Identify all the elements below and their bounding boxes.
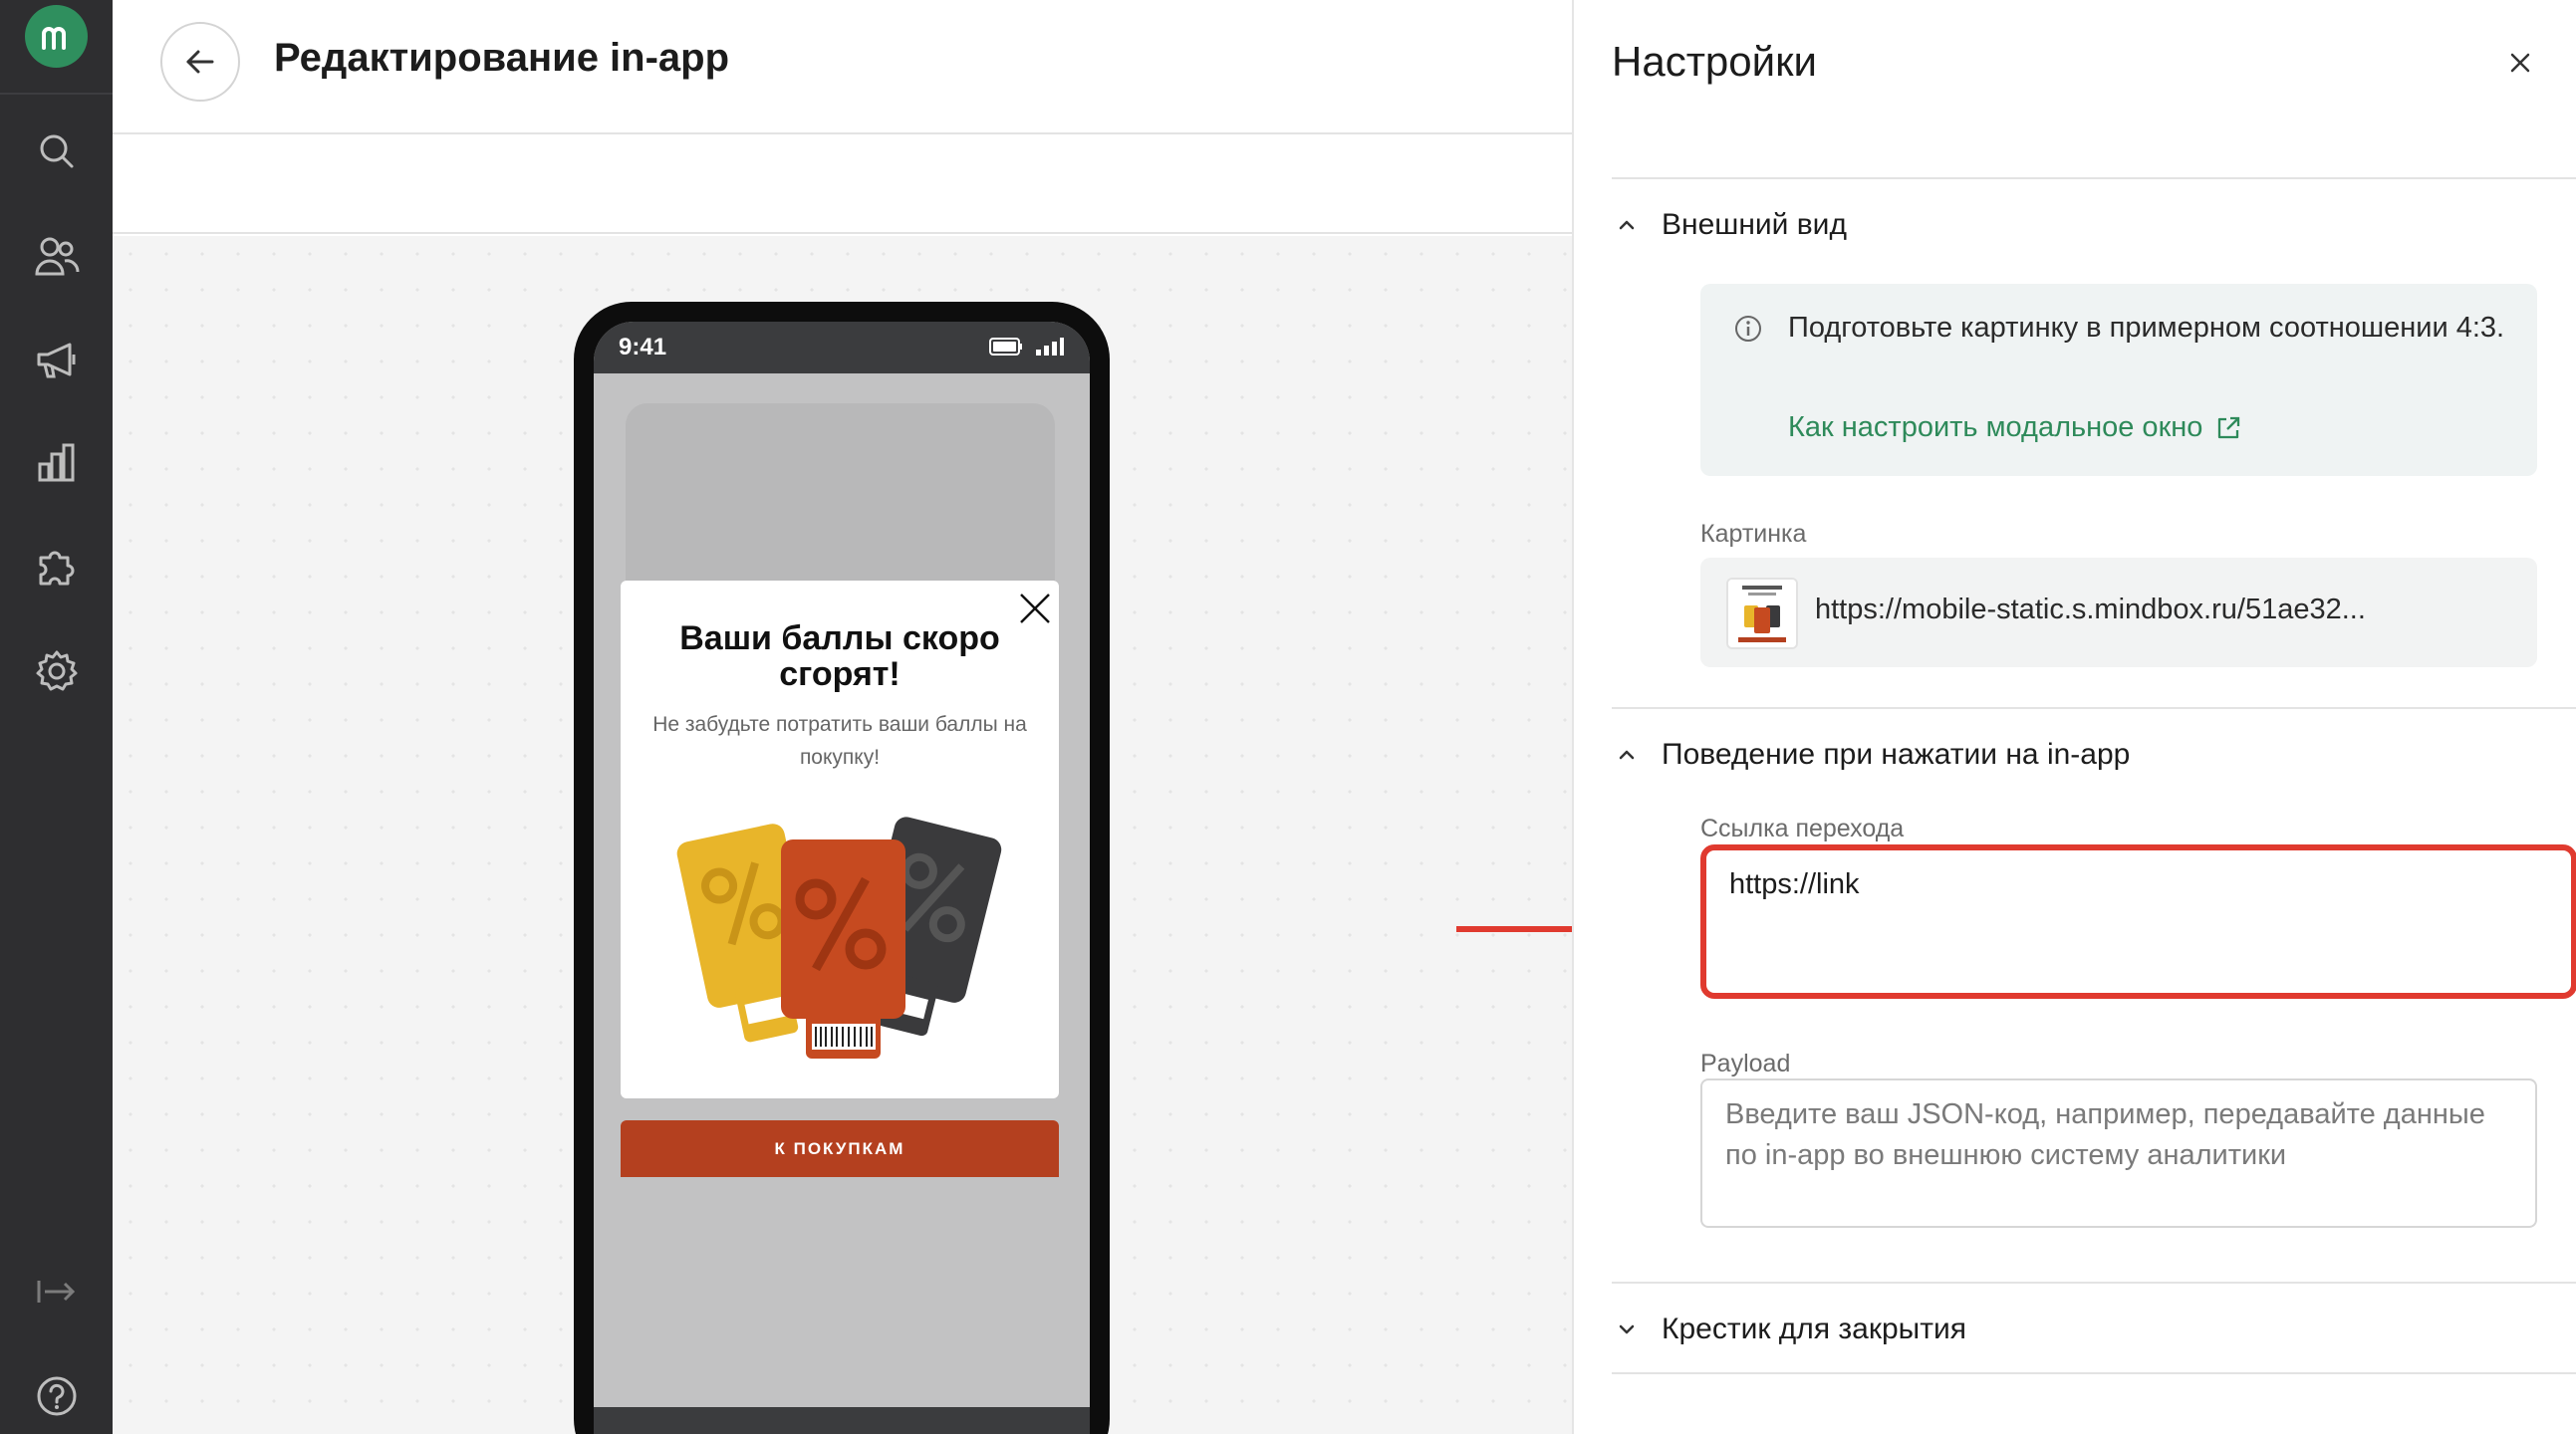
megaphone-icon[interactable] <box>25 329 88 391</box>
phone-mockup: 9:41 Ваши баллы скоро сгорят! Не забудьт… <box>574 302 1110 1434</box>
divider <box>1612 1372 2576 1374</box>
payload-field-label: Payload <box>1700 1050 1791 1077</box>
mindbox-logo[interactable] <box>25 5 88 68</box>
app-root: Редактирование in-app 9:41 Ваши баллы ск… <box>0 0 2576 1434</box>
arrow-left-icon <box>186 50 214 74</box>
modal-title: Ваши баллы скоро сгорят! <box>679 619 1000 693</box>
status-time: 9:41 <box>619 334 667 360</box>
signal-icon <box>1036 338 1064 356</box>
modal-text: Не забудьте потратить ваши баллы на поку… <box>652 713 1027 769</box>
users-icon[interactable] <box>25 224 88 287</box>
image-url: https://mobile-static.s.mindbox.ru/51ae3… <box>1815 594 2366 625</box>
phone-screen: 9:41 Ваши баллы скоро сгорят! Не забудьт… <box>594 322 1090 1434</box>
phone-home-bar <box>594 1407 1090 1434</box>
battery-icon <box>989 338 1022 356</box>
info-text: Подготовьте картинку в примерном соотнош… <box>1788 312 2505 344</box>
section-appearance-toggle[interactable]: Внешний вид <box>1612 200 1847 250</box>
phone-status-bar: 9:41 <box>594 322 1090 373</box>
external-link-icon <box>2218 416 2240 438</box>
search-icon[interactable] <box>25 120 88 182</box>
page-title: Редактирование in-app <box>274 36 730 80</box>
section-close-cross-label: Крестик для закрытия <box>1662 1313 1966 1345</box>
collapse-icon[interactable] <box>25 1260 88 1322</box>
payload-textarea[interactable]: Введите ваш JSON-код, например, передава… <box>1700 1078 2537 1228</box>
integrations-icon[interactable] <box>25 535 88 598</box>
chevron-up-icon <box>1612 740 1642 770</box>
image-field[interactable]: https://mobile-static.s.mindbox.ru/51ae3… <box>1700 558 2537 667</box>
logo-m-icon <box>41 26 66 50</box>
chevron-down-icon <box>1612 1314 1642 1344</box>
editor-toolbar <box>113 136 1572 234</box>
cta-button[interactable]: К ПОКУПКАМ <box>621 1120 1059 1177</box>
editor-header: Редактирование in-app <box>113 0 1572 134</box>
divider <box>1612 1282 2576 1284</box>
divider <box>1612 707 2576 709</box>
image-field-label: Картинка <box>1700 520 1807 548</box>
settings-gear-icon[interactable] <box>25 639 88 702</box>
link-input[interactable]: https://link <box>1700 844 2576 999</box>
payload-placeholder: Введите ваш JSON-код, например, передава… <box>1725 1098 2485 1171</box>
chevron-up-icon <box>1612 210 1642 240</box>
close-icon[interactable] <box>2502 45 2538 81</box>
back-button[interactable] <box>160 22 240 102</box>
link-input-value: https://link <box>1729 868 1860 900</box>
rail-divider <box>0 93 113 95</box>
image-thumbnail <box>1726 578 1798 649</box>
analytics-icon[interactable] <box>25 430 88 493</box>
nav-rail <box>0 0 113 1434</box>
section-behavior-label: Поведение при нажатии на in-app <box>1662 738 2131 771</box>
section-close-cross-toggle[interactable]: Крестик для закрытия <box>1612 1305 1966 1354</box>
info-box: Подготовьте картинку в примерном соотнош… <box>1700 284 2537 476</box>
link-field-label: Ссылка перехода <box>1700 815 1905 842</box>
discount-cards-illustration <box>676 810 1003 1069</box>
settings-panel: Настройки Внешний вид Подготовьте картин… <box>1572 0 2576 1434</box>
section-appearance-label: Внешний вид <box>1662 208 1847 241</box>
settings-title: Настройки <box>1612 38 1817 85</box>
section-behavior-toggle[interactable]: Поведение при нажатии на in-app <box>1612 730 2130 780</box>
help-icon[interactable] <box>25 1364 88 1427</box>
inapp-modal: Ваши баллы скоро сгорят! Не забудьте пот… <box>621 581 1059 1098</box>
divider <box>1612 177 2576 179</box>
modal-help-link-label: Как настроить модальное окно <box>1788 411 2203 443</box>
modal-help-link[interactable]: Как настроить модальное окно <box>1788 411 2242 444</box>
info-icon <box>1733 314 1763 344</box>
